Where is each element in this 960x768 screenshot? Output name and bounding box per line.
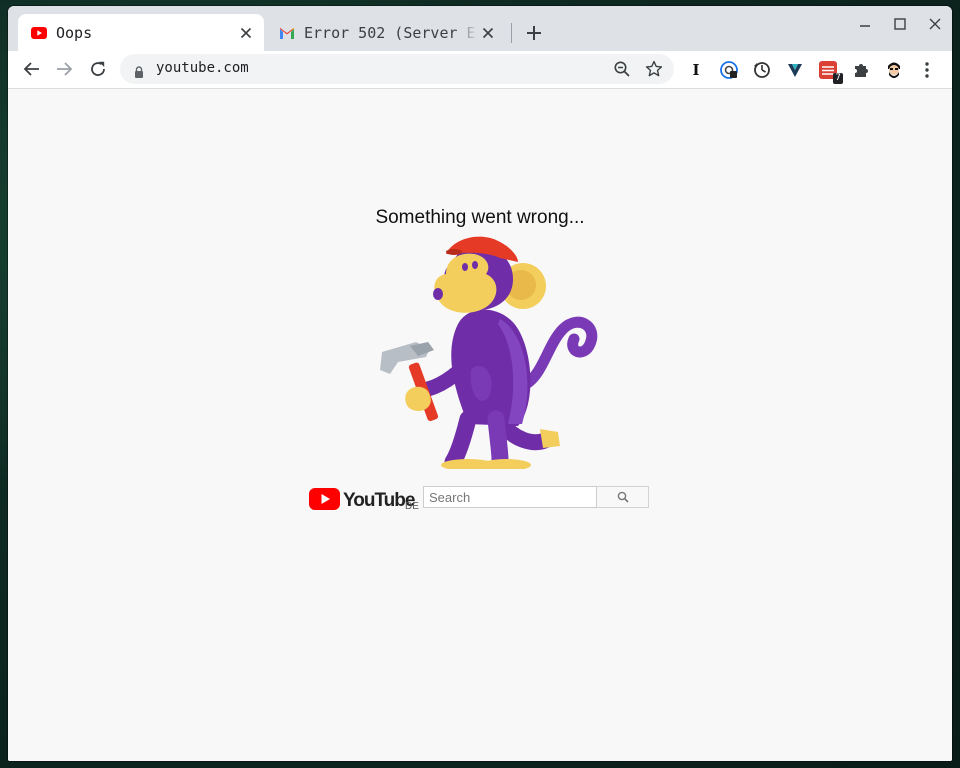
browser-toolbar: youtube.com I 7 xyxy=(8,51,952,89)
error-message: Something went wrong... xyxy=(375,207,585,228)
tab-close-icon[interactable] xyxy=(478,23,498,43)
page-content: Something went wrong... YouTube DE Searc… xyxy=(8,89,952,761)
instapaper-label: I xyxy=(692,61,700,79)
tab-strip: Oops Error 502 (Server Error)!!1 xyxy=(8,6,952,51)
bookmark-star-icon[interactable] xyxy=(642,57,666,81)
profile-avatar-icon[interactable] xyxy=(882,58,906,82)
search-input[interactable] xyxy=(423,486,597,508)
forward-arrow-icon xyxy=(57,62,73,76)
extensions-puzzle-icon[interactable] xyxy=(849,58,873,82)
region-code: DE xyxy=(405,501,419,512)
maximize-button[interactable] xyxy=(882,6,917,42)
close-window-button[interactable] xyxy=(917,6,952,42)
youtube-favicon-icon xyxy=(30,24,48,42)
new-tab-button[interactable] xyxy=(523,22,545,44)
extension-badge: 7 xyxy=(833,73,843,84)
vivaldi-extension-icon[interactable] xyxy=(783,58,807,82)
password-manager-extension-icon[interactable] xyxy=(717,58,741,82)
forward-button[interactable] xyxy=(52,57,76,81)
url-text: youtube.com xyxy=(156,60,249,76)
close-icon xyxy=(929,18,940,30)
plus-icon xyxy=(527,26,541,40)
search-button[interactable] xyxy=(597,486,649,508)
search-icon xyxy=(617,491,629,503)
reload-button[interactable] xyxy=(86,57,110,81)
window-controls xyxy=(847,6,952,51)
tab-close-icon[interactable] xyxy=(236,23,256,43)
browser-window: Oops Error 502 (Server Error)!!1 xyxy=(8,6,952,761)
back-arrow-icon xyxy=(23,62,39,76)
kebab-menu-icon xyxy=(925,62,929,78)
tab-title: Error 502 (Server Error)!!1 xyxy=(304,23,478,42)
monkey-illustration xyxy=(380,236,598,469)
address-bar[interactable]: youtube.com xyxy=(120,54,674,84)
browser-menu-button[interactable] xyxy=(915,58,939,82)
lock-icon xyxy=(134,63,144,82)
maximize-icon xyxy=(893,18,906,30)
reload-icon xyxy=(91,61,105,76)
minimize-button[interactable] xyxy=(847,6,882,42)
tab-oops[interactable]: Oops xyxy=(18,14,264,51)
tab-separator xyxy=(511,23,512,43)
gmail-favicon-icon xyxy=(278,24,296,42)
sync-extension-icon[interactable] xyxy=(750,58,774,82)
tab-error-502[interactable]: Error 502 (Server Error)!!1 xyxy=(266,14,506,51)
tab-title: Oops xyxy=(56,23,93,42)
todoist-extension-icon[interactable]: 7 xyxy=(816,58,843,84)
instapaper-extension-icon[interactable]: I xyxy=(684,58,708,82)
minimize-icon xyxy=(859,25,870,27)
zoom-icon[interactable] xyxy=(610,57,634,81)
back-button[interactable] xyxy=(20,57,44,81)
